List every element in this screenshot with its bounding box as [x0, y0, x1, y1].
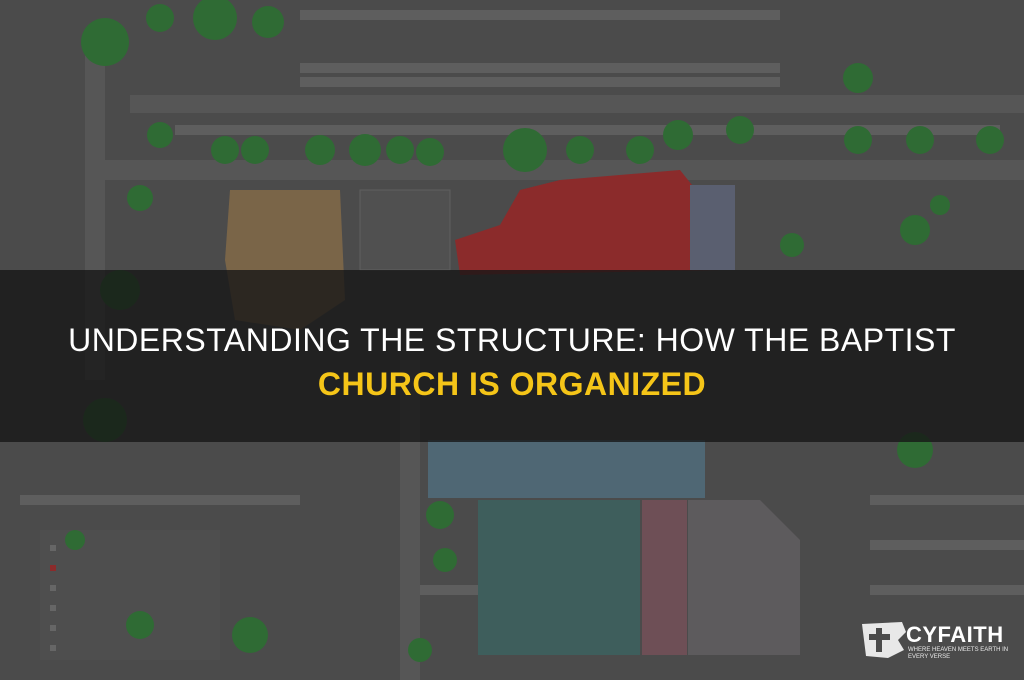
headline-line-2: CHURCH IS ORGANIZED — [317, 366, 707, 402]
brand-tagline: WHERE HEAVEN MEETS EARTH IN EVERY VERSE — [908, 647, 1009, 660]
headline-line-1: UNDERSTANDING THE STRUCTURE: HOW THE BAP… — [68, 322, 956, 358]
headline: UNDERSTANDING THE STRUCTURE: HOW THE BAP… — [0, 318, 1024, 406]
teal-zone — [478, 500, 640, 655]
center-building — [359, 189, 451, 271]
light-blue-zone — [428, 440, 705, 498]
gray-hall-zone — [688, 500, 800, 655]
blue-gray-zone — [690, 185, 735, 270]
brand-logo[interactable]: CYFAITH WHERE HEAVEN MEETS EARTH IN EVER… — [858, 616, 1018, 666]
cross-flag-logo-icon — [862, 622, 906, 658]
pink-zone — [642, 500, 687, 655]
brand-name: CYFAITH — [906, 622, 1004, 647]
plan-legend — [40, 530, 220, 660]
